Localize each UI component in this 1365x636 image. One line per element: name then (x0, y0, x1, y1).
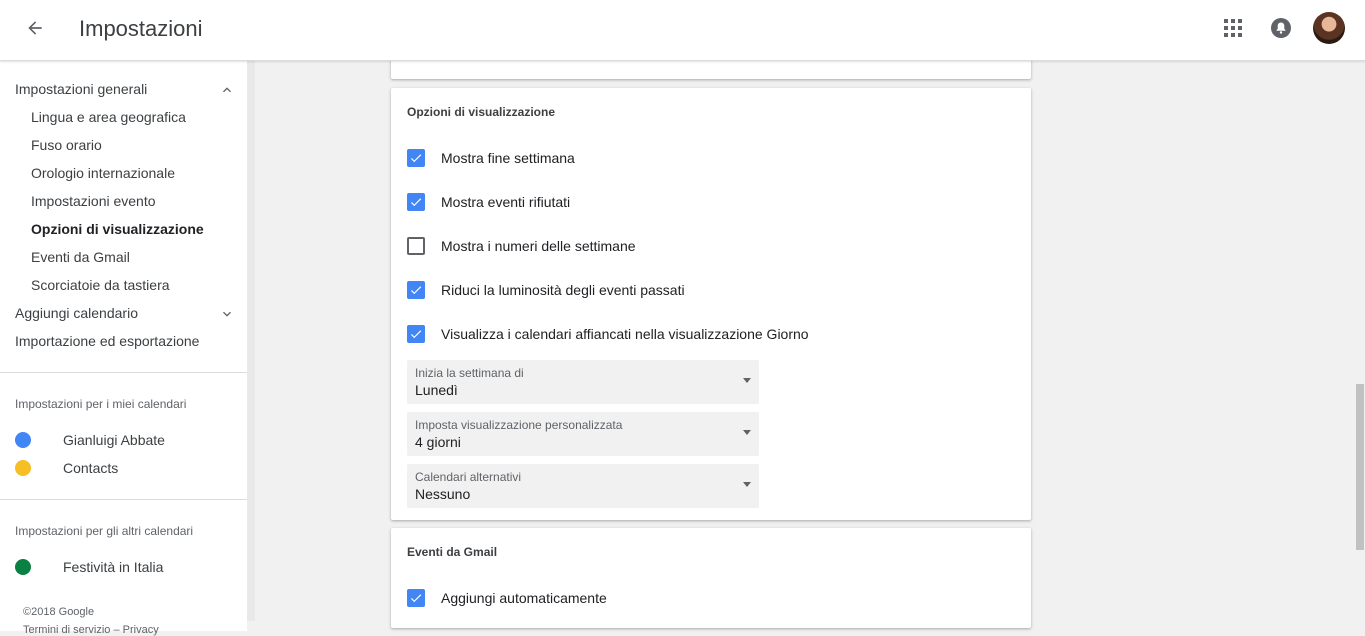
check-icon (410, 330, 422, 339)
calendar-item-contacts[interactable]: Contacts (15, 458, 118, 478)
checkbox-unchecked[interactable] (407, 237, 425, 255)
bell-icon (1271, 18, 1291, 38)
gmail-events-title: Eventi da Gmail (407, 545, 498, 559)
footer-links[interactable]: Termini di servizio – Privacy (23, 624, 159, 636)
sidebar-scrollbar[interactable] (247, 61, 255, 621)
week-start-select[interactable]: Inizia la settimana di Lunedì (407, 360, 759, 404)
calendar-item-gianluigi-abbate[interactable]: Gianluigi Abbate (15, 430, 165, 450)
checkbox-checked[interactable] (407, 325, 425, 343)
select-label: Imposta visualizzazione personalizzata (415, 418, 623, 432)
checkbox-label: Riduci la luminosità degli eventi passat… (441, 282, 685, 298)
alternate-calendars-select[interactable]: Calendari alternativi Nessuno (407, 464, 759, 508)
display-options-title: Opzioni di visualizzazione (407, 105, 556, 119)
checkbox-row-show-declined[interactable]: Mostra eventi rifiutati (407, 192, 570, 212)
select-value: Lunedì (415, 382, 458, 398)
gmail-events-card: Eventi da Gmail Aggiungi automaticamente (391, 528, 1031, 628)
checkbox-row-dim-past-events[interactable]: Riduci la luminosità degli eventi passat… (407, 280, 685, 300)
checkbox-label: Mostra fine settimana (441, 150, 575, 166)
calendar-color-dot (15, 432, 31, 448)
copyright-text: ©2018 Google (23, 606, 95, 618)
apps-grid-icon (1224, 19, 1242, 37)
notifications-button[interactable] (1267, 14, 1295, 42)
sidebar-item-event-settings[interactable]: Impostazioni evento (31, 193, 156, 209)
calendar-color-dot (15, 460, 31, 476)
my-calendars-heading: Impostazioni per i miei calendari (15, 397, 187, 411)
checkbox-row-show-weekends[interactable]: Mostra fine settimana (407, 148, 575, 168)
other-calendars-heading: Impostazioni per gli altri calendari (15, 524, 194, 538)
calendar-name: Festività in Italia (63, 559, 164, 575)
checkbox-checked[interactable] (407, 281, 425, 299)
calendar-name: Gianluigi Abbate (63, 432, 165, 448)
top-app-bar: Impostazioni (0, 0, 1365, 61)
select-value: Nessuno (415, 486, 471, 502)
select-label: Inizia la settimana di (415, 366, 524, 380)
chevron-down-icon[interactable] (219, 306, 235, 322)
back-button[interactable] (17, 10, 53, 46)
check-icon (410, 594, 422, 603)
apps-button[interactable] (1219, 14, 1247, 42)
avatar[interactable] (1313, 12, 1345, 44)
checkbox-label: Visualizza i calendari affiancati nella … (441, 326, 809, 342)
page-title: Impostazioni (79, 16, 203, 41)
calendar-color-dot (15, 559, 31, 575)
divider (0, 499, 247, 500)
checkbox-label: Mostra eventi rifiutati (441, 194, 571, 210)
settings-sidebar: Impostazioni generali Lingua e area geog… (0, 61, 247, 636)
select-label: Calendari alternativi (415, 470, 522, 484)
sidebar-item-view-options[interactable]: Opzioni di visualizzazione (31, 221, 204, 237)
calendar-item-italy-holidays[interactable]: Festività in Italia (15, 557, 163, 577)
sidebar-item-general-settings[interactable]: Impostazioni generali (15, 81, 147, 97)
check-icon (410, 198, 422, 207)
dropdown-arrow-icon (743, 430, 751, 435)
display-options-card: Opzioni di visualizzazione Mostra fine s… (391, 88, 1031, 520)
calendar-name: Contacts (63, 460, 119, 476)
checkbox-checked[interactable] (407, 149, 425, 167)
sidebar-item-import-export[interactable]: Importazione ed esportazione (15, 333, 199, 349)
checkbox-checked[interactable] (407, 589, 425, 607)
check-icon (410, 286, 422, 295)
checkbox-row-side-by-side-day-view[interactable]: Visualizza i calendari affiancati nella … (407, 324, 809, 344)
sidebar-item-add-calendar[interactable]: Aggiungi calendario (15, 305, 138, 321)
main-scrollbar[interactable] (1356, 384, 1364, 550)
dropdown-arrow-icon (743, 378, 751, 383)
checkbox-row-show-week-numbers[interactable]: Mostra i numeri delle settimane (407, 236, 636, 256)
sidebar-item-events-from-gmail[interactable]: Eventi da Gmail (31, 249, 130, 265)
dropdown-arrow-icon (743, 482, 751, 487)
divider (0, 372, 247, 373)
checkbox-checked[interactable] (407, 193, 425, 211)
sidebar-item-world-clock[interactable]: Orologio internazionale (31, 165, 175, 181)
check-icon (410, 154, 422, 163)
select-value: 4 giorni (415, 434, 461, 450)
checkbox-label: Aggiungi automaticamente (441, 590, 607, 606)
checkbox-row-add-automatically[interactable]: Aggiungi automaticamente (407, 588, 607, 608)
custom-view-select[interactable]: Imposta visualizzazione personalizzata 4… (407, 412, 759, 456)
sidebar-item-keyboard-shortcuts[interactable]: Scorciatoie da tastiera (31, 277, 170, 293)
sidebar-item-language-region[interactable]: Lingua e area geografica (31, 109, 186, 125)
arrow-back-icon (28, 21, 42, 35)
sidebar-item-time-zone[interactable]: Fuso orario (31, 137, 102, 153)
chevron-up-icon[interactable] (219, 82, 235, 98)
checkbox-label: Mostra i numeri delle settimane (441, 238, 636, 254)
